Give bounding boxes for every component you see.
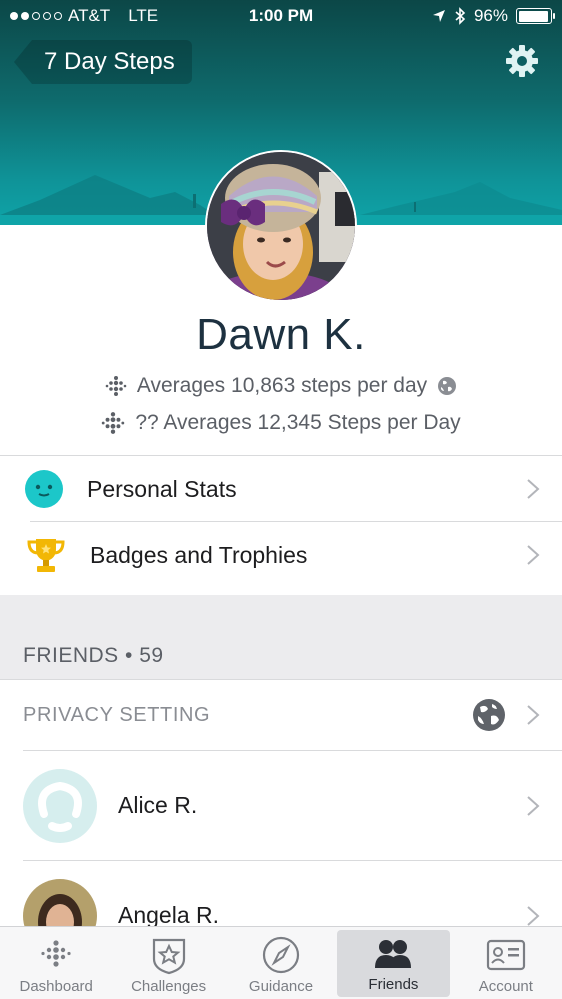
battery-fill	[518, 10, 549, 22]
dashboard-icon	[41, 940, 71, 967]
bluetooth-icon	[455, 7, 466, 25]
chevron-right-icon	[527, 796, 540, 816]
personal-stats-label: Personal Stats	[87, 475, 237, 502]
badges-trophies-label: Badges and Trophies	[90, 541, 308, 568]
steps-dots-icon	[102, 412, 125, 434]
battery-icon	[516, 8, 555, 24]
tab-guidance-label: Guidance	[248, 978, 314, 995]
globe-icon	[438, 377, 457, 395]
challenges-icon	[152, 938, 185, 975]
status-bar: AT&T LTE 1:00 PM 96%	[0, 0, 562, 34]
location-arrow-icon	[432, 10, 445, 22]
friend-name: Angela R.	[118, 902, 220, 928]
second-average-steps-row: ?? Averages 12,345 Steps per Day	[0, 411, 562, 435]
friend-default-avatar-icon	[23, 769, 97, 843]
tab-account[interactable]: Account	[450, 927, 562, 999]
personal-stats-row[interactable]: Personal Stats	[0, 456, 562, 522]
tab-dashboard-label: Dashboard	[19, 978, 93, 995]
average-steps-row: Averages 10,863 steps per day	[0, 374, 562, 398]
gear-icon[interactable]	[505, 44, 539, 78]
profile-avatar[interactable]	[205, 150, 357, 302]
globe-icon	[473, 699, 505, 731]
tab-bar: Dashboard Challenges Guidance Friends Ac…	[0, 926, 562, 999]
average-steps-text: Averages 10,863 steps per day	[136, 374, 428, 397]
friends-icon	[375, 940, 412, 968]
back-button[interactable]: 7 Day Steps	[14, 40, 192, 84]
trophy-icon	[27, 539, 65, 572]
status-right: 96%	[432, 6, 555, 26]
badges-trophies-row[interactable]: Badges and Trophies	[0, 522, 562, 588]
profile-name: Dawn K.	[196, 310, 366, 359]
tab-challenges-label: Challenges	[131, 978, 207, 995]
chevron-right-icon	[527, 545, 540, 565]
tab-dashboard[interactable]: Dashboard	[0, 927, 112, 999]
avatar-photo	[207, 152, 355, 300]
tab-guidance[interactable]: Guidance	[225, 927, 337, 999]
tab-account-label: Account	[478, 978, 533, 995]
tab-challenges[interactable]: Challenges	[112, 927, 224, 999]
steps-dots-icon	[105, 376, 127, 396]
compass-icon	[262, 936, 300, 974]
tab-friends-label: Friends	[368, 976, 419, 993]
chevron-right-icon	[527, 705, 540, 725]
tab-friends[interactable]: Friends	[337, 930, 450, 997]
friend-name: Alice R.	[118, 792, 198, 818]
second-average-steps-text: ?? Averages 12,345 Steps per Day	[135, 411, 461, 434]
friends-count-header: FRIENDS • 59	[23, 644, 164, 667]
privacy-setting-row[interactable]: PRIVACY SETTING	[0, 680, 562, 750]
privacy-setting-label: PRIVACY SETTING	[23, 703, 211, 726]
friend-row-alice[interactable]: Alice R.	[0, 751, 562, 861]
chevron-right-icon	[527, 479, 540, 499]
personal-stats-icon	[25, 470, 63, 508]
chevron-right-icon	[527, 906, 540, 926]
battery-percent: 96%	[473, 6, 508, 25]
account-card-icon	[486, 939, 525, 971]
